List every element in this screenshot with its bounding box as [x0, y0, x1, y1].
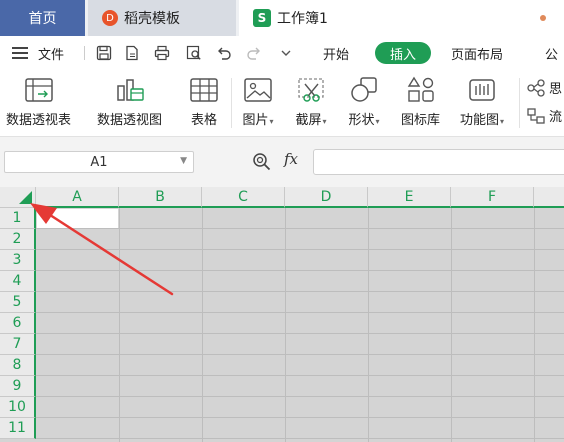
pivot-table-button[interactable]: 数据透视表	[6, 74, 71, 128]
menu-insert-label: 插入	[389, 47, 416, 63]
tab-workbook-label: 工作簿1	[277, 11, 328, 27]
tab-home-label: 首页	[28, 11, 57, 27]
redo-icon[interactable]	[245, 44, 263, 62]
name-box-dropdown-icon[interactable]: ▼	[180, 156, 187, 166]
menu-insert[interactable]: 插入	[375, 42, 431, 64]
screenshot-label: 截屏	[295, 113, 322, 128]
flowchart-icon	[527, 107, 545, 124]
function-chart-label-wrap: 功能图▾	[460, 109, 504, 128]
name-box[interactable]: A1 ▼	[4, 151, 194, 173]
menu-formula[interactable]: 公	[545, 36, 558, 70]
menu-page-layout-label: 页面布局	[451, 47, 504, 63]
spreadsheet-icon: S	[253, 9, 271, 27]
annotation-red-arrow	[30, 203, 174, 296]
screenshot-button[interactable]: 截屏▾	[295, 74, 327, 128]
unsaved-dot-icon	[540, 15, 546, 21]
function-chart-icon	[466, 74, 498, 106]
tab-home[interactable]: 首页	[0, 0, 85, 36]
mind-map-button[interactable]: 思	[526, 78, 562, 97]
function-chart-label: 功能图	[460, 113, 500, 128]
pivot-chart-button[interactable]: 数据透视图	[97, 74, 162, 128]
save-icon[interactable]	[95, 44, 113, 62]
screenshot-dropdown-icon[interactable]: ▾	[323, 117, 327, 126]
icon-library-label: 图标库	[401, 113, 441, 128]
tab-docer-templates[interactable]: D 稻壳模板	[88, 0, 236, 36]
ribbon-separator	[519, 78, 520, 128]
pivot-table-icon	[23, 74, 55, 106]
menu-formula-label: 公	[545, 47, 559, 63]
export-pdf-icon[interactable]	[123, 44, 141, 62]
print-preview-icon[interactable]	[185, 44, 203, 62]
ribbon-separator	[231, 78, 232, 128]
table-label: 表格	[190, 113, 217, 128]
spreadsheet-grid[interactable]: A B C D E F 1 2 3 4 5 6 7 8 9 10 11	[0, 187, 564, 442]
pivot-chart-icon	[114, 74, 146, 106]
ribbon-insert: 数据透视表 数据透视图 表格 图片▾ 截屏▾ 形状▾ 图标库 功能图▾ 思 流	[0, 70, 564, 137]
table-button[interactable]: 表格	[188, 74, 220, 128]
insert-function-fx-icon[interactable]: fx	[284, 150, 298, 168]
menu-start-label: 开始	[323, 47, 350, 63]
quick-access-more-icon[interactable]	[277, 44, 295, 62]
mind-map-icon	[527, 78, 545, 97]
picture-dropdown-icon[interactable]: ▾	[270, 117, 274, 126]
picture-button[interactable]: 图片▾	[242, 74, 274, 128]
menu-separator	[84, 46, 85, 60]
icon-library-icon	[405, 74, 437, 106]
menu-hamburger-icon[interactable]	[12, 36, 32, 70]
shape-dropdown-icon[interactable]: ▾	[376, 117, 380, 126]
menu-file[interactable]: 文件	[38, 36, 64, 70]
undo-icon[interactable]	[215, 44, 233, 62]
tab-bar: 首页 D 稻壳模板 S 工作簿1	[0, 0, 564, 36]
pivot-chart-label: 数据透视图	[97, 113, 163, 128]
formula-bar: A1 ▼ fx	[0, 137, 564, 187]
screenshot-label-wrap: 截屏▾	[295, 109, 326, 128]
menu-start[interactable]: 开始	[323, 36, 349, 70]
icon-library-button[interactable]: 图标库	[401, 74, 440, 128]
formula-input[interactable]	[313, 149, 564, 175]
picture-label: 图片	[242, 113, 269, 128]
menu-file-label: 文件	[38, 47, 65, 63]
function-chart-dropdown-icon[interactable]: ▾	[500, 117, 504, 126]
shape-icon	[348, 74, 380, 106]
flowchart-button[interactable]: 流	[526, 106, 562, 125]
zoom-search-icon[interactable]	[252, 152, 272, 176]
shape-label: 形状	[348, 113, 375, 128]
screenshot-scissors-icon	[295, 74, 327, 106]
menu-page-layout[interactable]: 页面布局	[451, 36, 503, 70]
name-box-value: A1	[90, 154, 108, 170]
function-chart-button[interactable]: 功能图▾	[460, 74, 504, 128]
flowchart-label: 流	[549, 110, 563, 125]
docer-logo-icon: D	[102, 10, 118, 26]
menu-row: 文件 开始 插入 页面布局 公	[0, 36, 564, 70]
tab-docer-label: 稻壳模板	[124, 11, 180, 27]
mind-map-label: 思	[549, 82, 563, 97]
shape-label-wrap: 形状▾	[348, 109, 379, 128]
shape-button[interactable]: 形状▾	[348, 74, 380, 128]
picture-icon	[242, 74, 274, 106]
table-icon	[188, 74, 220, 106]
pivot-table-label: 数据透视表	[6, 113, 72, 128]
tab-workbook[interactable]: S 工作簿1	[239, 0, 564, 36]
picture-label-wrap: 图片▾	[242, 109, 273, 128]
print-icon[interactable]	[153, 44, 171, 62]
